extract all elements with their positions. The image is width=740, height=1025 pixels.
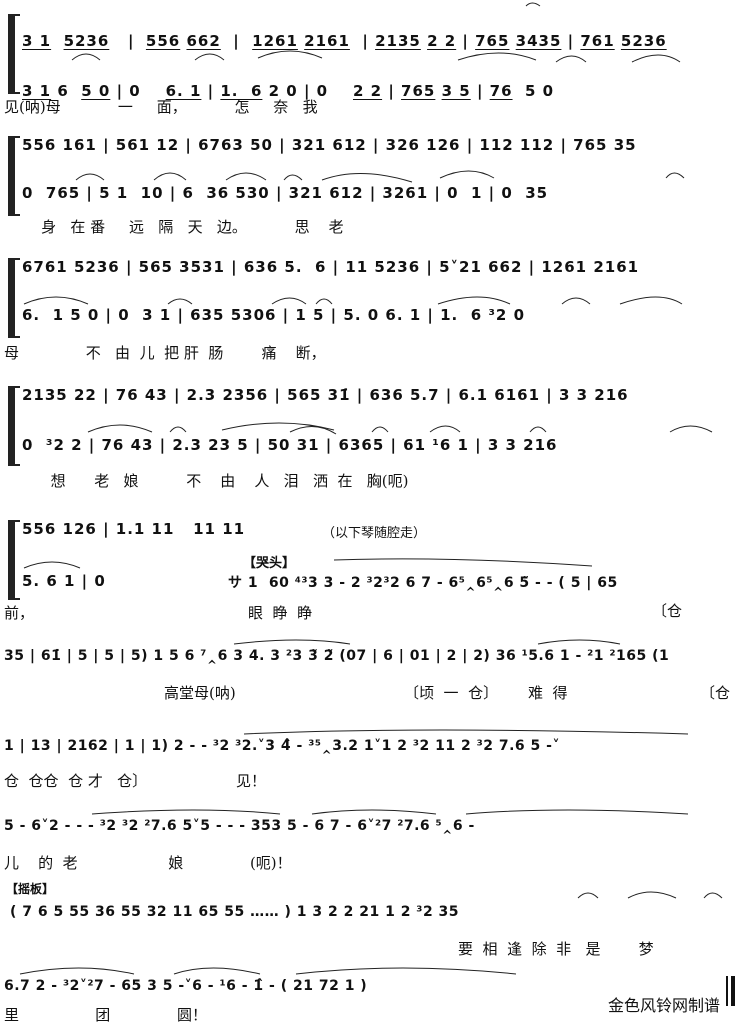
slur: [283, 174, 303, 181]
slur: [257, 50, 323, 59]
system-5-lyrics-left: 前，: [4, 604, 35, 622]
slur: [289, 426, 337, 435]
slur: [19, 967, 135, 975]
system-brace-1: [8, 14, 20, 94]
slur: [75, 173, 105, 181]
system-brace-3: [8, 258, 20, 338]
final-barline-thick: [731, 976, 735, 1006]
slur: [321, 173, 413, 183]
slur: [87, 424, 153, 433]
system-2-upper-notes: 556 161 | 561 12 | 6763 50 | 321 612 | 3…: [22, 136, 637, 154]
slur: [555, 55, 587, 63]
system-9-notes: ( 7 6 5 55 36 55 32 11 65 55 …… ) 1 3 2 …: [10, 904, 460, 920]
system-9-lyrics: 要 相 逢 除 非 是 梦: [458, 940, 654, 958]
slur: [23, 561, 81, 569]
slur: [529, 426, 547, 433]
system-10-notes: 6.7 2 - ³2˅²7 - 65 3 5 -˅6 - ¹6 - 1̂ - (…: [4, 978, 368, 994]
score-credit: 金色风铃网制谱: [607, 996, 720, 1015]
system-6-lyrics: 高堂母(呐): [164, 684, 236, 702]
system-3-lyrics: 母 不 由 儿 把 肝 肠 痛 断，: [4, 344, 326, 362]
system-3-upper-notes: 6761 5236 | 565 3531 | 636 5. 6 | 11 523…: [22, 258, 640, 276]
slur: [537, 639, 621, 645]
slur: [71, 53, 101, 61]
slur: [669, 425, 713, 433]
slur: [631, 54, 681, 63]
system-2-lower-notes: 0 765 | 5 1 10 | 6 36 530 | 321 612 | 32…: [22, 184, 549, 202]
slur: [577, 892, 599, 899]
system-1-lyrics: 见(呐)母 一 面， 怎 奈 我: [4, 98, 318, 116]
system-7-notes: 1 | 13 | 2162 | 1 | 1) 2 - - ³2 ³2.˅3 4̂…: [4, 738, 560, 754]
slur: [627, 891, 677, 899]
system-1-lower-notes: 3 1 6 5 0 | 0 6. 1 | 1. 6 2 0 | 0 2 2 | …: [22, 82, 555, 100]
slur: [233, 639, 351, 645]
slur: [169, 426, 187, 433]
slur: [561, 297, 591, 305]
system-5-lyrics-right: 眼 睁 睁: [248, 604, 313, 622]
slur: [243, 729, 689, 735]
slur: [271, 297, 307, 305]
slur: [23, 296, 89, 305]
system-4-lower-notes: 0 ³2 2 | 76 43 | 2.3 23 5 | 50 31 | 6365…: [22, 436, 558, 454]
system-6-percussion-end: 〔仓: [700, 684, 731, 702]
slur: [221, 422, 335, 431]
system-5-free-meter-notes: サ 1 60 ⁴³3 3 - 2 ³2³2 6 7 - 6⁵‸6⁵‸6 5̃ -…: [228, 575, 618, 591]
slur: [665, 172, 685, 179]
system-5-lower-notes: 5. 6 1 | 0: [22, 572, 106, 590]
slur: [429, 425, 461, 433]
slur: [91, 809, 281, 815]
slur: [295, 967, 517, 975]
slur: [333, 558, 593, 567]
slur: [167, 298, 193, 305]
system-5-percussion: 〔仓: [652, 602, 683, 620]
slur: [619, 296, 683, 305]
final-barline-thin: [726, 976, 728, 1006]
system-5-upper-instruction: （以下琴随腔走）: [322, 526, 427, 541]
system-4-upper-notes: 2135 22 | 76 43 | 2.3 2356 | 565 31̇ | 6…: [22, 386, 629, 404]
system-4-lyrics: 想 老 娘 不 由 人 泪 洒 在 胸(呃): [22, 472, 409, 490]
section-label-yaoban: 【摇板】: [6, 882, 55, 896]
system-2-lyrics: 身 在 番 远 隔 天 边。 思 老: [22, 218, 344, 236]
system-1-upper-notes: 3 1 5236 | 556 662 | 1261 2161 | 2135 2 …: [22, 32, 667, 50]
system-5-upper-notes: 556 126 | 1.1 11 11 11: [22, 520, 246, 538]
slur: [315, 298, 333, 305]
slur: [173, 967, 261, 975]
system-3-lower-notes: 6. 1 5 0 | 0 3 1 | 635 5306 | 1 5 | 5. 0…: [22, 306, 526, 324]
slur: [311, 809, 437, 815]
system-6-lyrics-2: 难 得: [528, 684, 568, 702]
slur: [225, 172, 267, 181]
system-8-notes: 5 - 6˅2 - - - ³2 ³2 ²7.6 5˅5 - - - 353 5…: [4, 818, 475, 834]
system-brace-4: [8, 386, 20, 466]
slur: [153, 172, 187, 181]
slur: [437, 296, 511, 305]
slur: [457, 52, 537, 61]
system-6-notes: 35 | 61̇ | 5 | 5 | 5) 1 5 6 ⁷‸6 3 4. 3 ²…: [4, 648, 670, 664]
slur: [439, 170, 495, 179]
system-7-lyrics: 见！: [236, 772, 267, 790]
slur: [465, 809, 689, 815]
section-label-kutou: 【哭头】: [243, 556, 296, 571]
system-brace-2: [8, 136, 20, 216]
system-8-lyrics: 儿 的 老 娘 (呃)！: [4, 854, 292, 872]
slur: [194, 53, 225, 61]
system-6-percussion: 〔顷 一 仓〕: [404, 684, 499, 702]
slur: [525, 2, 541, 7]
system-7-percussion: 仓 仓仓 仓 才 仓〕: [4, 772, 148, 790]
system-brace-5: [8, 520, 20, 600]
slur: [371, 426, 389, 433]
slur: [703, 892, 723, 899]
